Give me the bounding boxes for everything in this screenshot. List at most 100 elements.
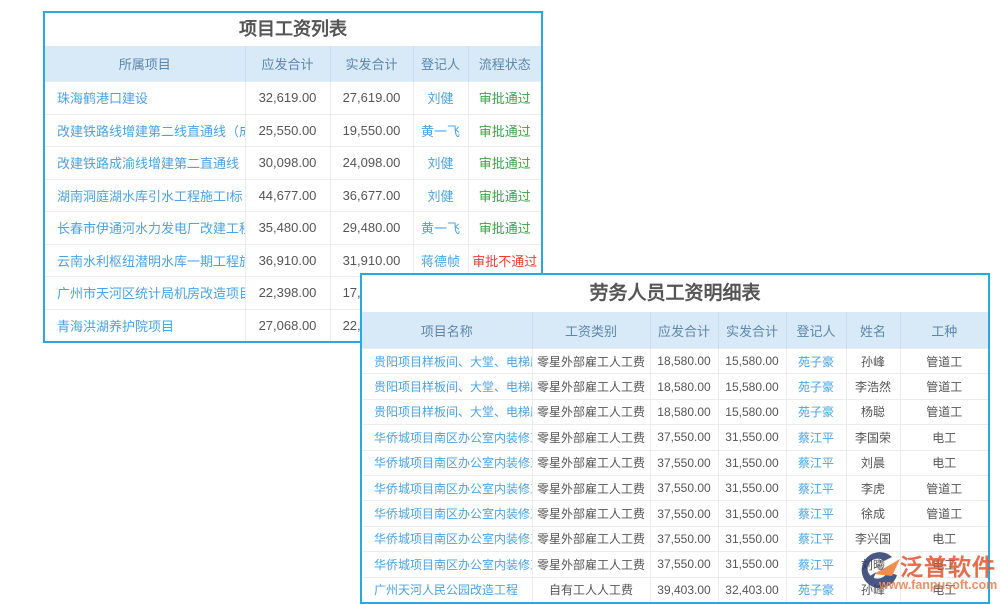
project-link[interactable]: 贵阳项目样板间、大堂、电梯厅装修 [362, 349, 532, 374]
project-link[interactable]: 贵阳项目样板间、大堂、电梯厅装修 [362, 399, 532, 424]
registrant-link[interactable]: 蔡江平 [786, 526, 846, 551]
project-link[interactable]: 华侨城项目南区办公室内装修工程 [362, 501, 532, 526]
category-cell: 零星外部雇工人工费 [532, 501, 650, 526]
name-cell: 杨聪 [846, 399, 900, 424]
paid-cell: 31,550.00 [718, 475, 786, 500]
category-cell: 零星外部雇工人工费 [532, 552, 650, 577]
paid-cell: 27,619.00 [330, 82, 413, 115]
table-title: 劳务人员工资明细表 [362, 275, 988, 312]
payable-cell: 32,619.00 [245, 82, 330, 115]
category-cell: 零星外部雇工人工费 [532, 399, 650, 424]
payable-cell: 35,480.00 [245, 212, 330, 245]
registrant-link[interactable]: 刘健 [413, 82, 468, 115]
project-link[interactable]: 华侨城项目南区办公室内装修工程 [362, 526, 532, 551]
registrant-link[interactable]: 刘健 [413, 179, 468, 212]
registrant-link[interactable]: 蔡江平 [786, 475, 846, 500]
paid-cell: 32,403.00 [718, 577, 786, 602]
registrant-link[interactable]: 蔡江平 [786, 425, 846, 450]
project-link[interactable]: 云南水利枢纽潜明水库一期工程施... [45, 244, 245, 277]
name-cell: 李兴国 [846, 526, 900, 551]
payable-cell: 18,580.00 [650, 399, 718, 424]
project-link[interactable]: 长春市伊通河水力发电厂改建工程 [45, 212, 245, 245]
status-cell: 审批通过 [468, 82, 541, 115]
worktype-cell: 电工 [900, 552, 988, 577]
registrant-link[interactable]: 蔡江平 [786, 501, 846, 526]
paid-cell: 15,580.00 [718, 399, 786, 424]
column-header-paid: 实发合计 [330, 46, 413, 82]
registrant-link[interactable]: 黄一飞 [413, 212, 468, 245]
table-row: 云南水利枢纽潜明水库一期工程施...36,910.0031,910.00蒋德帧审… [45, 244, 541, 277]
payable-cell: 27,068.00 [245, 309, 330, 341]
project-link[interactable]: 华侨城项目南区办公室内装修工程 [362, 425, 532, 450]
registrant-link[interactable]: 苑子豪 [786, 399, 846, 424]
registrant-link[interactable]: 蒋德帧 [413, 244, 468, 277]
category-cell: 零星外部雇工人工费 [532, 526, 650, 551]
worktype-cell: 管道工 [900, 501, 988, 526]
table-row: 改建铁路成渝线增建第二直通线（...30,098.0024,098.00刘健审批… [45, 147, 541, 180]
table-row: 华侨城项目南区办公室内装修工程零星外部雇工人工费37,550.0031,550.… [362, 450, 988, 475]
column-header-category: 工资类别 [532, 312, 650, 349]
payable-cell: 18,580.00 [650, 374, 718, 399]
project-link[interactable]: 改建铁路成渝线增建第二直通线（... [45, 147, 245, 180]
worktype-cell: 管道工 [900, 349, 988, 374]
registrant-link[interactable]: 黄一飞 [413, 114, 468, 147]
column-header-paid: 实发合计 [718, 312, 786, 349]
table-row: 华侨城项目南区办公室内装修工程零星外部雇工人工费37,550.0031,550.… [362, 501, 988, 526]
name-cell: 李国荣 [846, 425, 900, 450]
paid-cell: 31,550.00 [718, 552, 786, 577]
worktype-cell: 电工 [900, 526, 988, 551]
status-cell: 审批不通过 [468, 244, 541, 277]
project-link[interactable]: 珠海鹤港口建设 [45, 82, 245, 115]
worktype-cell: 电工 [900, 450, 988, 475]
name-cell: 李浩然 [846, 374, 900, 399]
table-row: 贵阳项目样板间、大堂、电梯厅装修零星外部雇工人工费18,580.0015,580… [362, 374, 988, 399]
paid-cell: 36,677.00 [330, 179, 413, 212]
table-row: 华侨城项目南区办公室内装修工程零星外部雇工人工费37,550.0031,550.… [362, 425, 988, 450]
project-link[interactable]: 华侨城项目南区办公室内装修工程 [362, 450, 532, 475]
project-link[interactable]: 改建铁路线增建第二线直通线（成... [45, 114, 245, 147]
registrant-link[interactable]: 苑子豪 [786, 577, 846, 602]
payable-cell: 25,550.00 [245, 114, 330, 147]
payable-cell: 37,550.00 [650, 425, 718, 450]
project-link[interactable]: 贵阳项目样板间、大堂、电梯厅装修 [362, 374, 532, 399]
project-link[interactable]: 湖南洞庭湖水库引水工程施工I标 [45, 179, 245, 212]
name-cell: 李虎 [846, 475, 900, 500]
registrant-link[interactable]: 苑子豪 [786, 374, 846, 399]
header-row: 所属项目应发合计实发合计登记人流程状态 [45, 46, 541, 82]
project-link[interactable]: 华侨城项目南区办公室内装修工程 [362, 552, 532, 577]
column-header-worktype: 工种 [900, 312, 988, 349]
paid-cell: 31,550.00 [718, 450, 786, 475]
registrant-link[interactable]: 刘健 [413, 147, 468, 180]
worktype-cell: 管道工 [900, 475, 988, 500]
status-cell: 审批通过 [468, 147, 541, 180]
registrant-link[interactable]: 蔡江平 [786, 552, 846, 577]
paid-cell: 31,910.00 [330, 244, 413, 277]
project-link[interactable]: 青海洪湖养护院项目 [45, 309, 245, 341]
table-row: 珠海鹤港口建设32,619.0027,619.00刘健审批通过 [45, 82, 541, 115]
registrant-link[interactable]: 苑子豪 [786, 349, 846, 374]
payable-cell: 22,398.00 [245, 277, 330, 310]
name-cell: 刘晨 [846, 450, 900, 475]
status-cell: 审批通过 [468, 179, 541, 212]
labor-salary-grid: 项目名称工资类别应发合计实发合计登记人姓名工种贵阳项目样板间、大堂、电梯厅装修零… [362, 312, 988, 602]
paid-cell: 31,550.00 [718, 501, 786, 526]
table-row: 长春市伊通河水力发电厂改建工程35,480.0029,480.00黄一飞审批通过 [45, 212, 541, 245]
project-link[interactable]: 华侨城项目南区办公室内装修工程 [362, 475, 532, 500]
name-cell: 孙峰 [846, 349, 900, 374]
column-header-name: 姓名 [846, 312, 900, 349]
worktype-cell: 管道工 [900, 374, 988, 399]
project-link[interactable]: 广州市天河区统计局机房改造项目 [45, 277, 245, 310]
category-cell: 零星外部雇工人工费 [532, 475, 650, 500]
table-title: 项目工资列表 [45, 13, 541, 46]
column-header-project: 所属项目 [45, 46, 245, 82]
column-header-payable: 应发合计 [245, 46, 330, 82]
name-cell: 孙峰 [846, 577, 900, 602]
registrant-link[interactable]: 蔡江平 [786, 450, 846, 475]
column-header-payable: 应发合计 [650, 312, 718, 349]
table-row: 华侨城项目南区办公室内装修工程零星外部雇工人工费37,550.0031,550.… [362, 475, 988, 500]
labor-salary-detail-table: 劳务人员工资明细表 项目名称工资类别应发合计实发合计登记人姓名工种贵阳项目样板间… [360, 273, 990, 604]
table-row: 华侨城项目南区办公室内装修工程零星外部雇工人工费37,550.0031,550.… [362, 552, 988, 577]
project-link[interactable]: 广州天河人民公园改造工程 [362, 577, 532, 602]
column-header-project: 项目名称 [362, 312, 532, 349]
payable-cell: 39,403.00 [650, 577, 718, 602]
